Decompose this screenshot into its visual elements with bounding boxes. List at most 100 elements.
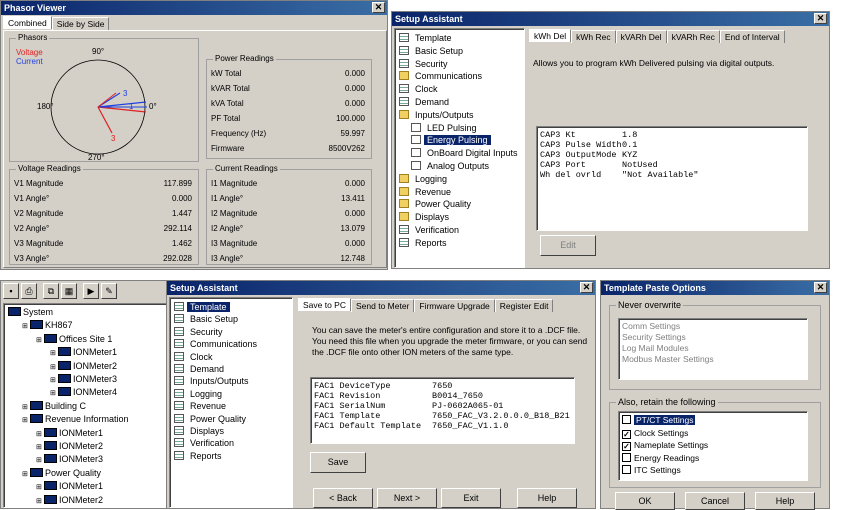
- nav-item-inputs-outputs[interactable]: Inputs/Outputs: [399, 109, 477, 122]
- template-params[interactable]: FAC1 DeviceType 7650 FAC1 Revision B0014_76…: [310, 377, 575, 444]
- tab-save-to-pc[interactable]: Save to PC: [298, 298, 351, 311]
- nav-item-demand[interactable]: Demand: [174, 363, 227, 376]
- tab-send-to-meter[interactable]: Send to Meter: [351, 299, 415, 312]
- back-button[interactable]: < Back: [313, 488, 373, 508]
- nav-item-clock[interactable]: Clock: [174, 351, 216, 364]
- tab-combined[interactable]: Combined: [3, 16, 52, 29]
- tree-item[interactable]: ⊞ IONMeter4: [50, 386, 117, 399]
- tab-kvarh-rec[interactable]: kVARh Rec: [666, 30, 720, 43]
- expand-icon[interactable]: ⊞: [36, 495, 44, 508]
- expand-icon[interactable]: ⊞: [22, 414, 30, 427]
- cancel-button[interactable]: Cancel: [685, 492, 745, 510]
- tree-item[interactable]: ⊞ Revenue Information: [22, 413, 129, 426]
- nav-item-clock[interactable]: Clock: [399, 83, 441, 96]
- retain-option[interactable]: ✓ Clock Settings: [622, 427, 804, 440]
- tree-item[interactable]: ⊞ IONMeter1: [36, 427, 103, 440]
- close-icon[interactable]: ✕: [372, 2, 385, 13]
- properties-icon[interactable]: ▦: [61, 283, 77, 299]
- expand-icon[interactable]: ⊞: [36, 481, 44, 494]
- nav-item-demand[interactable]: Demand: [399, 96, 452, 109]
- nav-item-template[interactable]: Template: [174, 301, 230, 314]
- tab-kwh-del[interactable]: kWh Del: [529, 29, 572, 42]
- exit-button[interactable]: Exit: [441, 488, 501, 508]
- tab-firmware-upgrade[interactable]: Firmware Upgrade: [414, 299, 495, 312]
- tree-item[interactable]: ⊞ IONMeter3: [36, 453, 103, 466]
- nav-item-logging[interactable]: Logging: [399, 173, 450, 186]
- tab-side-by-side[interactable]: Side by Side: [51, 17, 110, 30]
- tab-register-edit[interactable]: Register Edit: [494, 299, 554, 312]
- nav-item-led-pulsing[interactable]: LED Pulsing: [411, 122, 480, 135]
- nav-item-template[interactable]: Template: [399, 32, 455, 45]
- retain-option[interactable]: ✓ Nameplate Settings: [622, 439, 804, 452]
- print-icon[interactable]: ⎙: [21, 283, 37, 299]
- tree-item[interactable]: ⊞ Power Quality: [22, 467, 101, 480]
- expand-icon[interactable]: ⊞: [50, 387, 58, 400]
- checkbox-icon[interactable]: ✓: [622, 442, 631, 451]
- ok-button[interactable]: OK: [615, 492, 675, 510]
- close-icon[interactable]: ✕: [814, 282, 827, 293]
- retain-option[interactable]: ITC Settings: [622, 464, 804, 477]
- checkbox-icon[interactable]: [622, 452, 631, 462]
- help-button[interactable]: Help: [755, 492, 815, 510]
- nav-item-basic-setup[interactable]: Basic Setup: [399, 45, 466, 58]
- tab-end-of-interval[interactable]: End of Interval: [719, 30, 785, 43]
- tree-item[interactable]: ⊞ IONMeter2: [36, 494, 103, 507]
- nav-item-reports[interactable]: Reports: [174, 450, 225, 463]
- setup-assistant-titlebar-top[interactable]: Setup Assistant ✕: [392, 12, 829, 26]
- edit-icon[interactable]: ✎: [101, 283, 117, 299]
- template-paste-titlebar[interactable]: Template Paste Options ✕: [601, 281, 829, 295]
- tree-item[interactable]: ⊞ IONMeter1: [36, 480, 103, 493]
- nav-item-onboard-digital-inputs[interactable]: OnBoard Digital Inputs: [411, 147, 521, 160]
- nav-item-communications[interactable]: Communications: [399, 70, 485, 83]
- expand-icon[interactable]: ⊞: [50, 374, 58, 387]
- expand-icon[interactable]: ⊞: [50, 361, 58, 374]
- expand-icon[interactable]: ⊞: [22, 401, 30, 414]
- help-button[interactable]: Help: [517, 488, 577, 508]
- nav-item-logging[interactable]: Logging: [174, 388, 225, 401]
- nav-item-analog-outputs[interactable]: Analog Outputs: [411, 160, 492, 173]
- expand-icon[interactable]: ⊞: [22, 320, 30, 333]
- tree-item[interactable]: System: [8, 306, 53, 319]
- tree-item[interactable]: ⊞ Building C: [22, 400, 86, 413]
- checkbox-icon[interactable]: ✓: [622, 429, 631, 439]
- next-button[interactable]: Next >: [377, 488, 437, 508]
- tab-kvarh-del[interactable]: kVARh Del: [615, 30, 667, 43]
- close-icon[interactable]: ✕: [580, 282, 593, 293]
- checkbox-icon[interactable]: [622, 415, 631, 424]
- expand-icon[interactable]: ⊞: [50, 347, 58, 360]
- nav-item-energy-pulsing[interactable]: Energy Pulsing: [411, 134, 491, 147]
- nav-item-security[interactable]: Security: [399, 58, 451, 71]
- tree-item[interactable]: ⊞ IONMeter3: [50, 373, 117, 386]
- tree-item[interactable]: ⊞ IONMeter1: [50, 346, 117, 359]
- expand-icon[interactable]: ⊞: [22, 468, 30, 481]
- nav-item-verification[interactable]: Verification: [399, 224, 462, 237]
- nav-item-displays[interactable]: Displays: [174, 425, 227, 438]
- energy-pulsing-params[interactable]: CAP3 Kt 1.8 CAP3 Pulse Width 0.1 CAP3 Output…: [536, 126, 808, 231]
- expand-icon[interactable]: ⊞: [36, 454, 44, 467]
- retain-option[interactable]: PT/CT Settings: [622, 414, 804, 427]
- phasor-viewer-titlebar[interactable]: Phasor Viewer ✕: [1, 1, 387, 15]
- edit-button[interactable]: Edit: [540, 235, 596, 256]
- nav-item-verification[interactable]: Verification: [174, 437, 237, 450]
- expand-icon[interactable]: ⊞: [36, 441, 44, 454]
- tab-kwh-rec[interactable]: kWh Rec: [571, 30, 616, 43]
- save-button[interactable]: Save: [310, 452, 366, 473]
- nav-item-security[interactable]: Security: [174, 326, 226, 339]
- close-icon[interactable]: ✕: [814, 13, 827, 24]
- save-icon[interactable]: ▪: [3, 283, 19, 299]
- tree-item[interactable]: ⊞ Offices Site 1: [36, 333, 112, 346]
- nav-item-revenue[interactable]: Revenue: [174, 400, 229, 413]
- nav-item-revenue[interactable]: Revenue: [399, 186, 454, 199]
- nav-item-inputs-outputs[interactable]: Inputs/Outputs: [174, 375, 252, 388]
- setup-assistant-titlebar-bottom[interactable]: Setup Assistant ✕: [167, 281, 595, 295]
- expand-icon[interactable]: ⊞: [36, 428, 44, 441]
- retain-option[interactable]: Energy Readings: [622, 452, 804, 465]
- copy-icon[interactable]: ⧉: [43, 283, 59, 299]
- nav-item-power-quality[interactable]: Power Quality: [174, 413, 249, 426]
- nav-item-reports[interactable]: Reports: [399, 237, 450, 250]
- expand-icon[interactable]: ⊞: [36, 334, 44, 347]
- tree-item[interactable]: ⊞ KH867: [22, 319, 73, 332]
- tree-item[interactable]: ⊞ IONMeter2: [50, 360, 117, 373]
- nav-item-displays[interactable]: Displays: [399, 211, 452, 224]
- nav-item-basic-setup[interactable]: Basic Setup: [174, 313, 241, 326]
